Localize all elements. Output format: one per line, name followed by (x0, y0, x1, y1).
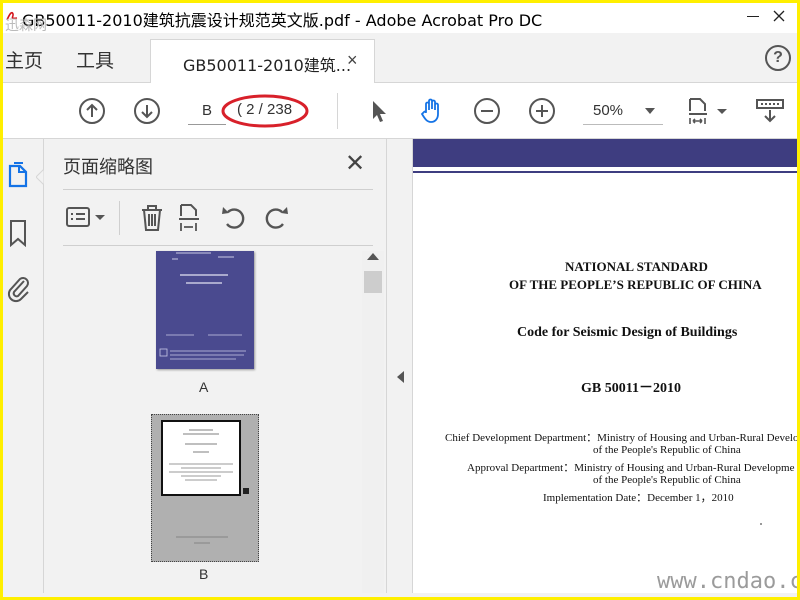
tab-tools[interactable]: 工具 (76, 46, 114, 73)
crop-page-icon[interactable] (177, 203, 207, 233)
options-menu-icon[interactable] (65, 203, 109, 233)
rotate-counterclockwise-icon[interactable] (219, 203, 249, 233)
rotate-clockwise-icon[interactable] (261, 203, 291, 233)
tab-bar: 主页 工具 GB50011-2010建筑... × ? (3, 33, 797, 84)
page-thumbnails-icon[interactable] (6, 161, 32, 189)
page-thumbnails-panel: 页面缩略图 ✕ A B (44, 139, 387, 597)
document-tab[interactable]: GB50011-2010建筑... × (150, 39, 375, 84)
doc-line-approval-dept: Approval Department：Ministry of Housing … (467, 462, 795, 474)
page-b-thumbnail-art (169, 429, 233, 481)
doc-speck (760, 523, 762, 525)
document-view[interactable]: NATIONAL STANDARD OF THE PEOPLE’S REPUBL… (413, 139, 797, 597)
scroll-mode-icon[interactable] (755, 97, 785, 125)
window-close-icon[interactable] (769, 6, 789, 26)
panel-collapse-handle[interactable] (387, 139, 413, 597)
document-tab-close-icon[interactable]: × (347, 50, 358, 71)
panel-close-icon[interactable]: ✕ (345, 149, 365, 178)
thumbnail-toolbar (63, 199, 373, 239)
current-view-box[interactable] (161, 420, 241, 496)
doc-line-prc-1: of the People's Republic of China (593, 444, 741, 456)
page-thumbnail-b[interactable] (151, 414, 259, 562)
next-page-icon[interactable] (133, 97, 161, 125)
help-button[interactable]: ? (765, 45, 791, 71)
scroll-up-icon[interactable] (367, 253, 379, 260)
doc-line-chief-dept: Chief Development Department：Ministry of… (445, 432, 797, 444)
doc-line-prc-2: of the People's Republic of China (593, 474, 741, 486)
panel-divider (63, 189, 373, 190)
panel-scrollbar[interactable] (362, 251, 384, 597)
doc-line-national-standard: NATIONAL STANDARD (565, 259, 708, 274)
bookmarks-icon[interactable] (6, 219, 32, 247)
doc-line-code-number: GB 50011－2010 (581, 381, 681, 396)
cover-band (413, 139, 797, 167)
hand-tool-icon[interactable] (418, 97, 446, 125)
thumbnail-label-a: A (199, 379, 209, 395)
zoom-value: 50% (593, 102, 624, 119)
cover-band-line (413, 171, 797, 173)
toolbar-divider (337, 93, 338, 129)
zoom-out-icon[interactable] (473, 97, 501, 125)
title-bar: GB50011-2010建筑抗震设计规范英文版.pdf - Adobe Acro… (3, 3, 797, 34)
red-annotation-ellipse (221, 94, 309, 128)
scrollbar-thumb[interactable] (364, 271, 382, 293)
minimize-button[interactable] (743, 6, 763, 26)
fit-page-icon[interactable] (687, 97, 731, 125)
main-toolbar: B ( 2 / 238 50% (3, 83, 797, 139)
previous-page-icon[interactable] (78, 97, 106, 125)
resize-handle[interactable] (243, 488, 249, 494)
acrobat-window: GB50011-2010建筑抗震设计规范英文版.pdf - Adobe Acro… (3, 3, 797, 597)
doc-line-code-title: Code for Seismic Design of Buildings (517, 325, 738, 340)
navigation-rail (3, 139, 44, 597)
active-rail-pointer (36, 169, 44, 185)
zoom-in-icon[interactable] (528, 97, 556, 125)
top-watermark: 迅森网 (5, 18, 47, 34)
doc-line-implementation: Implementation Date：December 1，2010 (543, 492, 734, 504)
document-tab-label: GB50011-2010建筑... (183, 56, 352, 75)
window-title: GB50011-2010建筑抗震设计规范英文版.pdf - Adobe Acro… (22, 11, 543, 30)
zoom-select[interactable]: 50% (583, 97, 663, 125)
page-b-footer-art (176, 536, 228, 544)
tab-home[interactable]: 主页 (5, 46, 43, 73)
page-thumbnail-a[interactable] (156, 251, 254, 369)
delete-page-icon[interactable] (137, 203, 167, 233)
cover-thumbnail-art (156, 251, 254, 369)
doc-line-prc: OF THE PEOPLE’S REPUBLIC OF CHINA (509, 277, 762, 292)
select-cursor-icon[interactable] (365, 97, 393, 125)
site-watermark: www.cndao.com (657, 569, 797, 594)
attachments-icon[interactable] (6, 275, 32, 303)
collapse-left-icon (397, 371, 404, 383)
panel-title: 页面缩略图 (63, 157, 153, 178)
thumbnail-label-b: B (199, 566, 209, 582)
chevron-down-icon (645, 108, 655, 114)
toolbar-divider (119, 201, 120, 235)
panel-divider (63, 245, 373, 246)
